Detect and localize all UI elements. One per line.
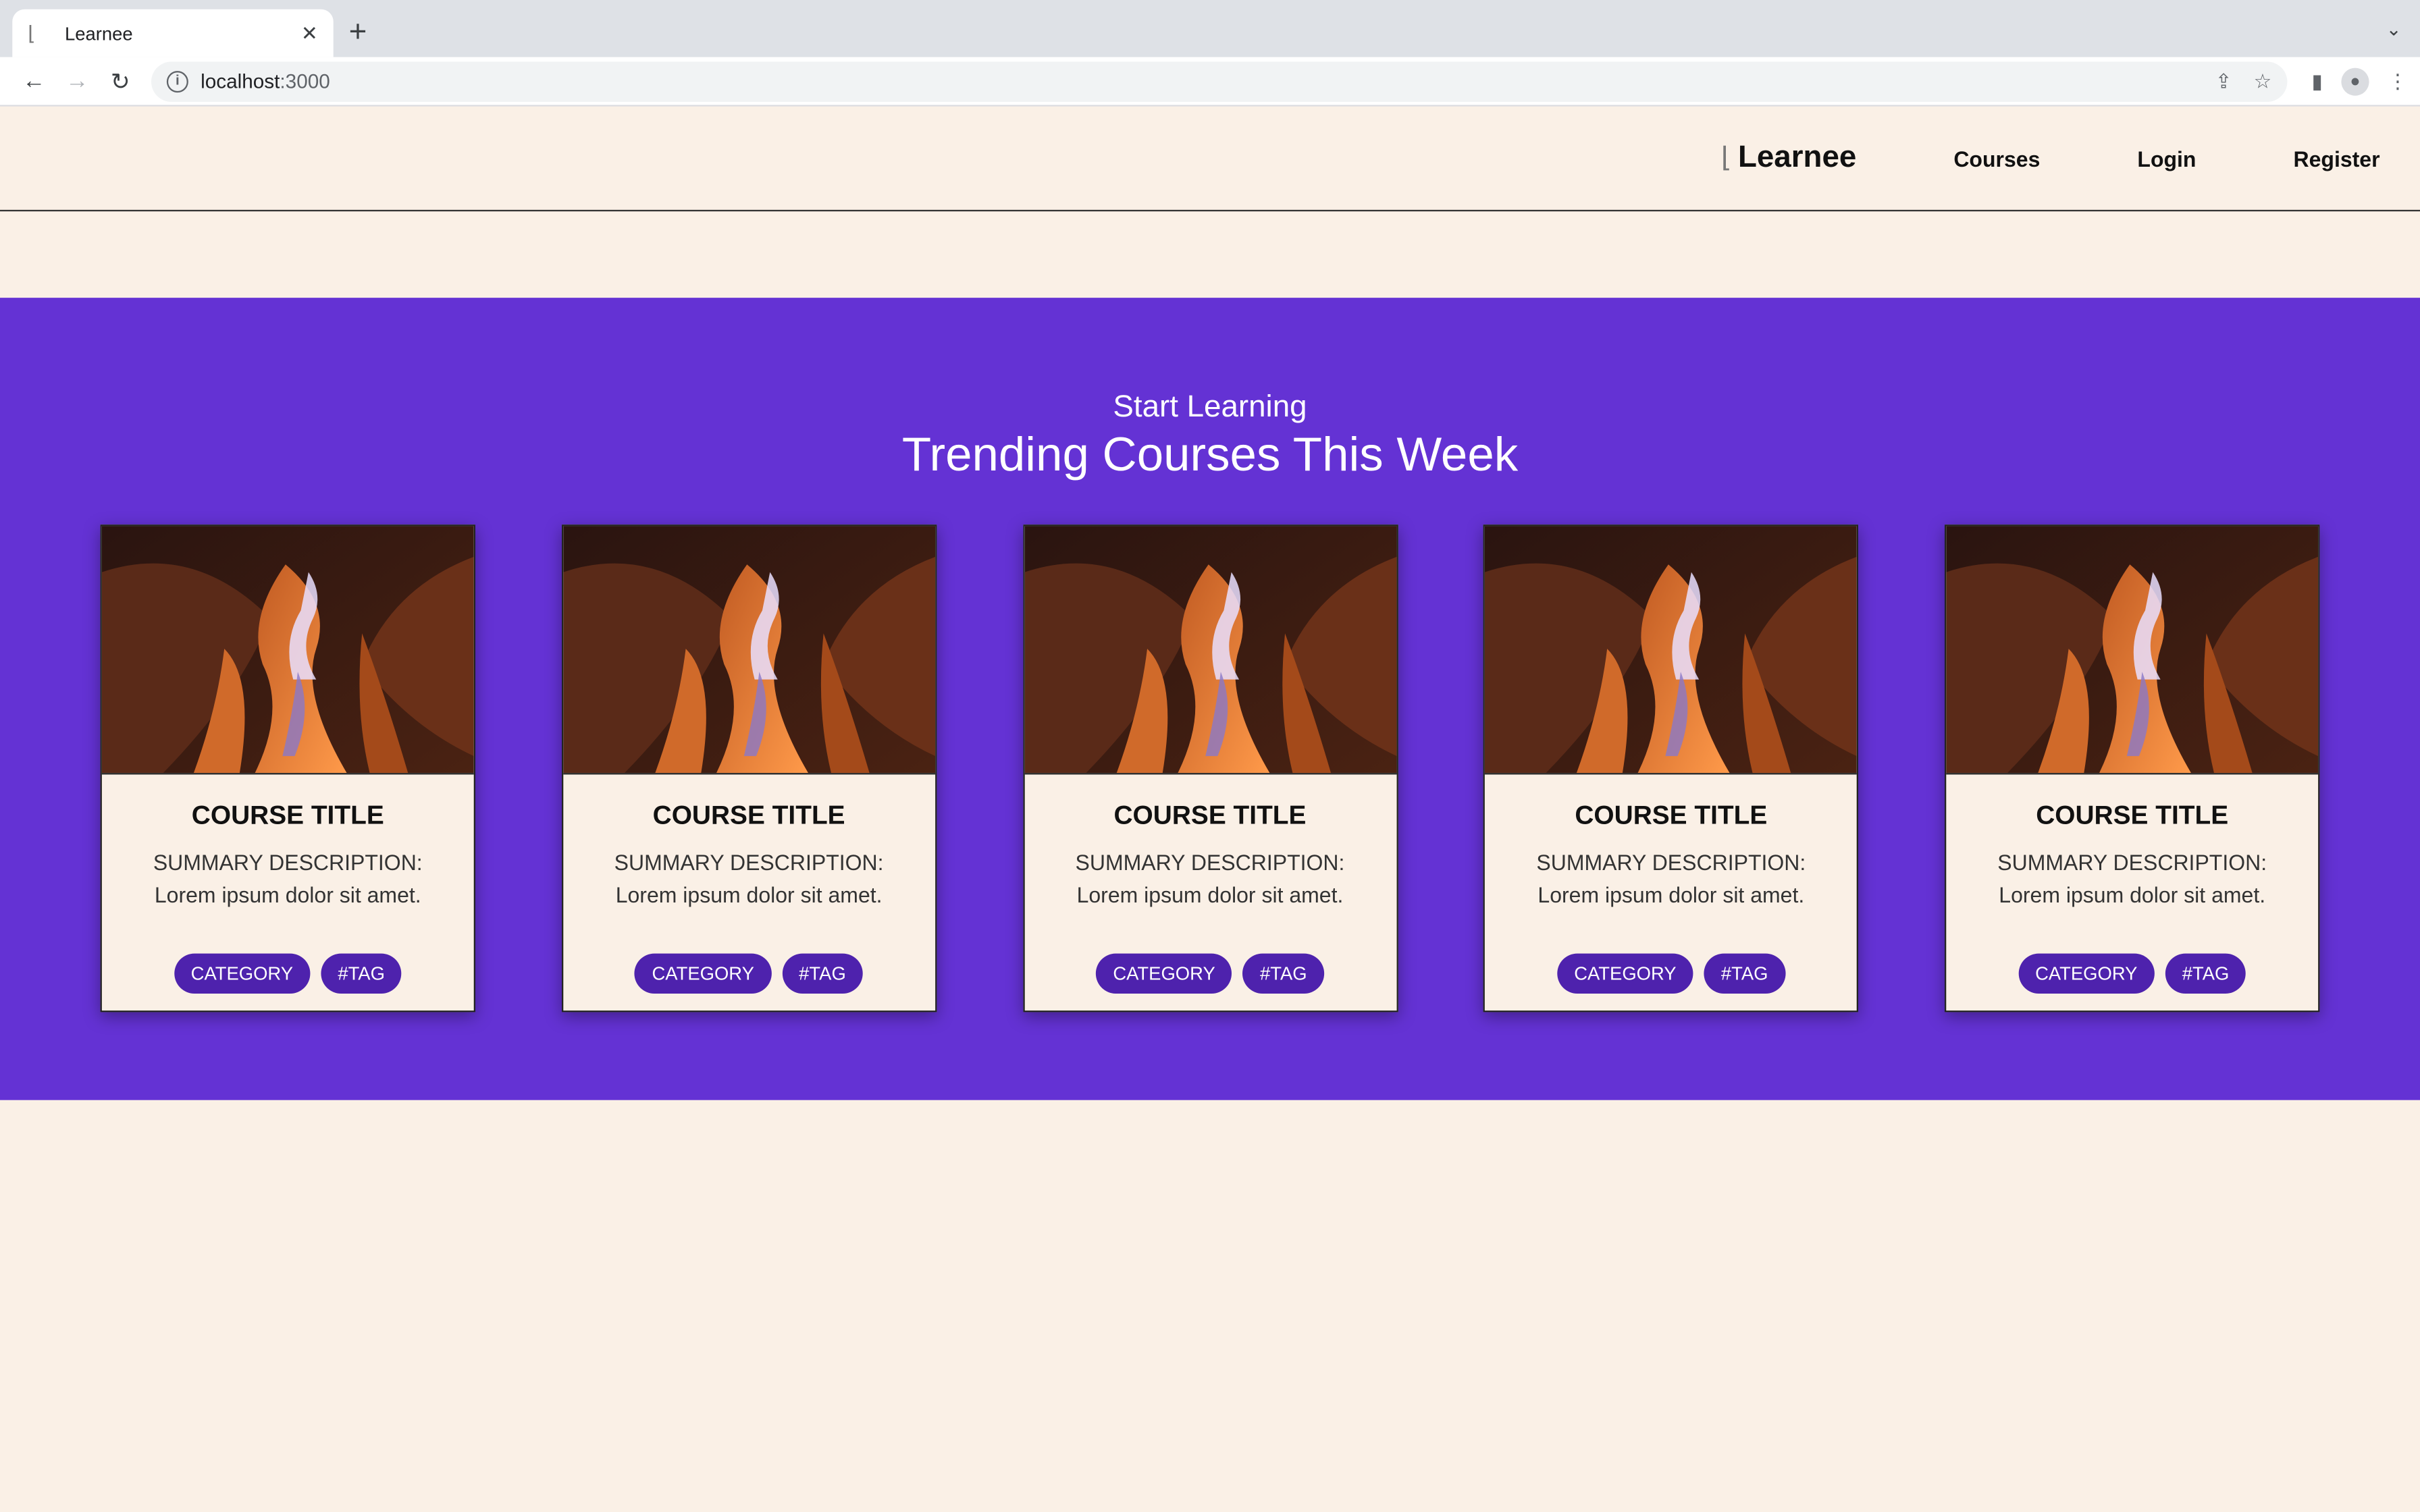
logo-icon: ⌊	[28, 20, 36, 45]
course-image	[562, 526, 935, 775]
tag-chip[interactable]: #TAG	[782, 953, 863, 994]
tab-title: Learnee	[64, 22, 133, 45]
category-chip[interactable]: CATEGORY	[1557, 953, 1693, 994]
course-image-canyon	[1485, 526, 1858, 774]
course-description: SUMMARY DESCRIPTION: Lorem ipsum dolor s…	[1076, 847, 1345, 912]
course-title: COURSE TITLE	[2036, 801, 2229, 830]
tag-chip[interactable]: #TAG	[2165, 953, 2246, 994]
course-description: SUMMARY DESCRIPTION: Lorem ipsum dolor s…	[614, 847, 884, 912]
course-description-label: SUMMARY DESCRIPTION:	[1997, 850, 2267, 875]
nav-link-register[interactable]: Register	[2293, 146, 2379, 171]
course-description-text: Lorem ipsum dolor sit amet.	[1076, 882, 1344, 907]
sidepanel-icon[interactable]: ▮	[2312, 69, 2323, 94]
chevron-down-icon[interactable]: ⌄	[2386, 18, 2402, 40]
close-icon[interactable]: ✕	[301, 21, 318, 46]
course-chips: CATEGORY #TAG	[2018, 953, 2246, 994]
tab-active[interactable]: ⌊ Learnee ✕	[12, 9, 334, 57]
profile-icon[interactable]: ●	[2341, 67, 2369, 95]
url-port: :3000	[280, 69, 330, 93]
address-bar[interactable]: i localhost :3000 ⇪ ☆	[151, 61, 2288, 101]
course-image-canyon	[562, 526, 935, 774]
category-chip[interactable]: CATEGORY	[635, 953, 772, 994]
course-description: SUMMARY DESCRIPTION: Lorem ipsum dolor s…	[153, 847, 423, 912]
tag-chip[interactable]: #TAG	[321, 953, 402, 994]
course-description-text: Lorem ipsum dolor sit amet.	[1537, 882, 1805, 907]
course-description: SUMMARY DESCRIPTION: Lorem ipsum dolor s…	[1536, 847, 1806, 912]
page-content: ⌊ Learnee Courses Login Register Start L…	[0, 106, 2420, 1512]
course-image	[1024, 526, 1396, 775]
course-card[interactable]: COURSE TITLE SUMMARY DESCRIPTION: Lorem …	[1483, 524, 1859, 1013]
course-image-canyon	[1024, 526, 1396, 774]
course-image-canyon	[101, 526, 474, 774]
course-description-label: SUMMARY DESCRIPTION:	[153, 850, 423, 875]
site-navbar: ⌊ Learnee Courses Login Register	[0, 107, 2420, 212]
course-title: COURSE TITLE	[191, 801, 384, 830]
nav-link-courses[interactable]: Courses	[1953, 146, 2040, 171]
course-card[interactable]: COURSE TITLE SUMMARY DESCRIPTION: Lorem …	[561, 524, 937, 1013]
course-description-label: SUMMARY DESCRIPTION:	[1536, 850, 1806, 875]
nav-link-login[interactable]: Login	[2137, 146, 2196, 171]
brand-name: Learnee	[1737, 140, 1857, 175]
tab-strip: ⌊ Learnee ✕ + ⌄	[0, 0, 2420, 57]
course-chips: CATEGORY #TAG	[1096, 953, 1324, 994]
course-card-list: COURSE TITLE SUMMARY DESCRIPTION: Lorem …	[100, 524, 2320, 1013]
course-chips: CATEGORY #TAG	[1557, 953, 1785, 994]
course-chips: CATEGORY #TAG	[635, 953, 863, 994]
category-chip[interactable]: CATEGORY	[2018, 953, 2155, 994]
course-description-text: Lorem ipsum dolor sit amet.	[615, 882, 883, 907]
trending-section: Start Learning Trending Courses This Wee…	[0, 298, 2420, 1100]
course-description-text: Lorem ipsum dolor sit amet.	[154, 882, 421, 907]
course-description-label: SUMMARY DESCRIPTION:	[614, 850, 884, 875]
reload-icon[interactable]: ↻	[99, 67, 142, 95]
share-icon[interactable]: ⇪	[2215, 69, 2232, 94]
back-icon[interactable]: ←	[12, 68, 55, 94]
course-card[interactable]: COURSE TITLE SUMMARY DESCRIPTION: Lorem …	[100, 524, 475, 1013]
course-image	[101, 526, 474, 775]
brand-logo[interactable]: ⌊ Learnee	[1721, 140, 1857, 176]
section-kicker: Start Learning	[1113, 390, 1307, 425]
course-title: COURSE TITLE	[652, 801, 845, 830]
forward-icon[interactable]: →	[55, 68, 99, 94]
new-tab-button[interactable]: +	[349, 14, 367, 51]
browser-toolbar: ← → ↻ i localhost :3000 ⇪ ☆ ▮ ● ⋮	[0, 57, 2420, 107]
course-image	[1946, 526, 2319, 775]
tag-chip[interactable]: #TAG	[1242, 953, 1324, 994]
url-host: localhost	[201, 69, 280, 93]
star-icon[interactable]: ☆	[2254, 69, 2272, 94]
browser-window: ⌊ Learnee ✕ + ⌄ ← → ↻ i localhost :3000 …	[0, 0, 2420, 1512]
course-description-label: SUMMARY DESCRIPTION:	[1075, 850, 1345, 875]
course-chips: CATEGORY #TAG	[174, 953, 402, 994]
category-chip[interactable]: CATEGORY	[174, 953, 311, 994]
course-card[interactable]: COURSE TITLE SUMMARY DESCRIPTION: Lorem …	[1944, 524, 2320, 1013]
course-card[interactable]: COURSE TITLE SUMMARY DESCRIPTION: Lorem …	[1022, 524, 1398, 1013]
tag-chip[interactable]: #TAG	[1704, 953, 1785, 994]
course-description-text: Lorem ipsum dolor sit amet.	[1999, 882, 2266, 907]
menu-icon[interactable]: ⋮	[2388, 69, 2408, 94]
section-title: Trending Courses This Week	[901, 427, 1519, 482]
course-description: SUMMARY DESCRIPTION: Lorem ipsum dolor s…	[1997, 847, 2267, 912]
course-image-canyon	[1946, 526, 2319, 774]
info-icon[interactable]: i	[166, 70, 188, 92]
category-chip[interactable]: CATEGORY	[1096, 953, 1232, 994]
course-image	[1485, 526, 1858, 775]
course-title: COURSE TITLE	[1113, 801, 1307, 830]
course-title: COURSE TITLE	[1575, 801, 1768, 830]
logo-icon: ⌊	[1720, 142, 1732, 173]
